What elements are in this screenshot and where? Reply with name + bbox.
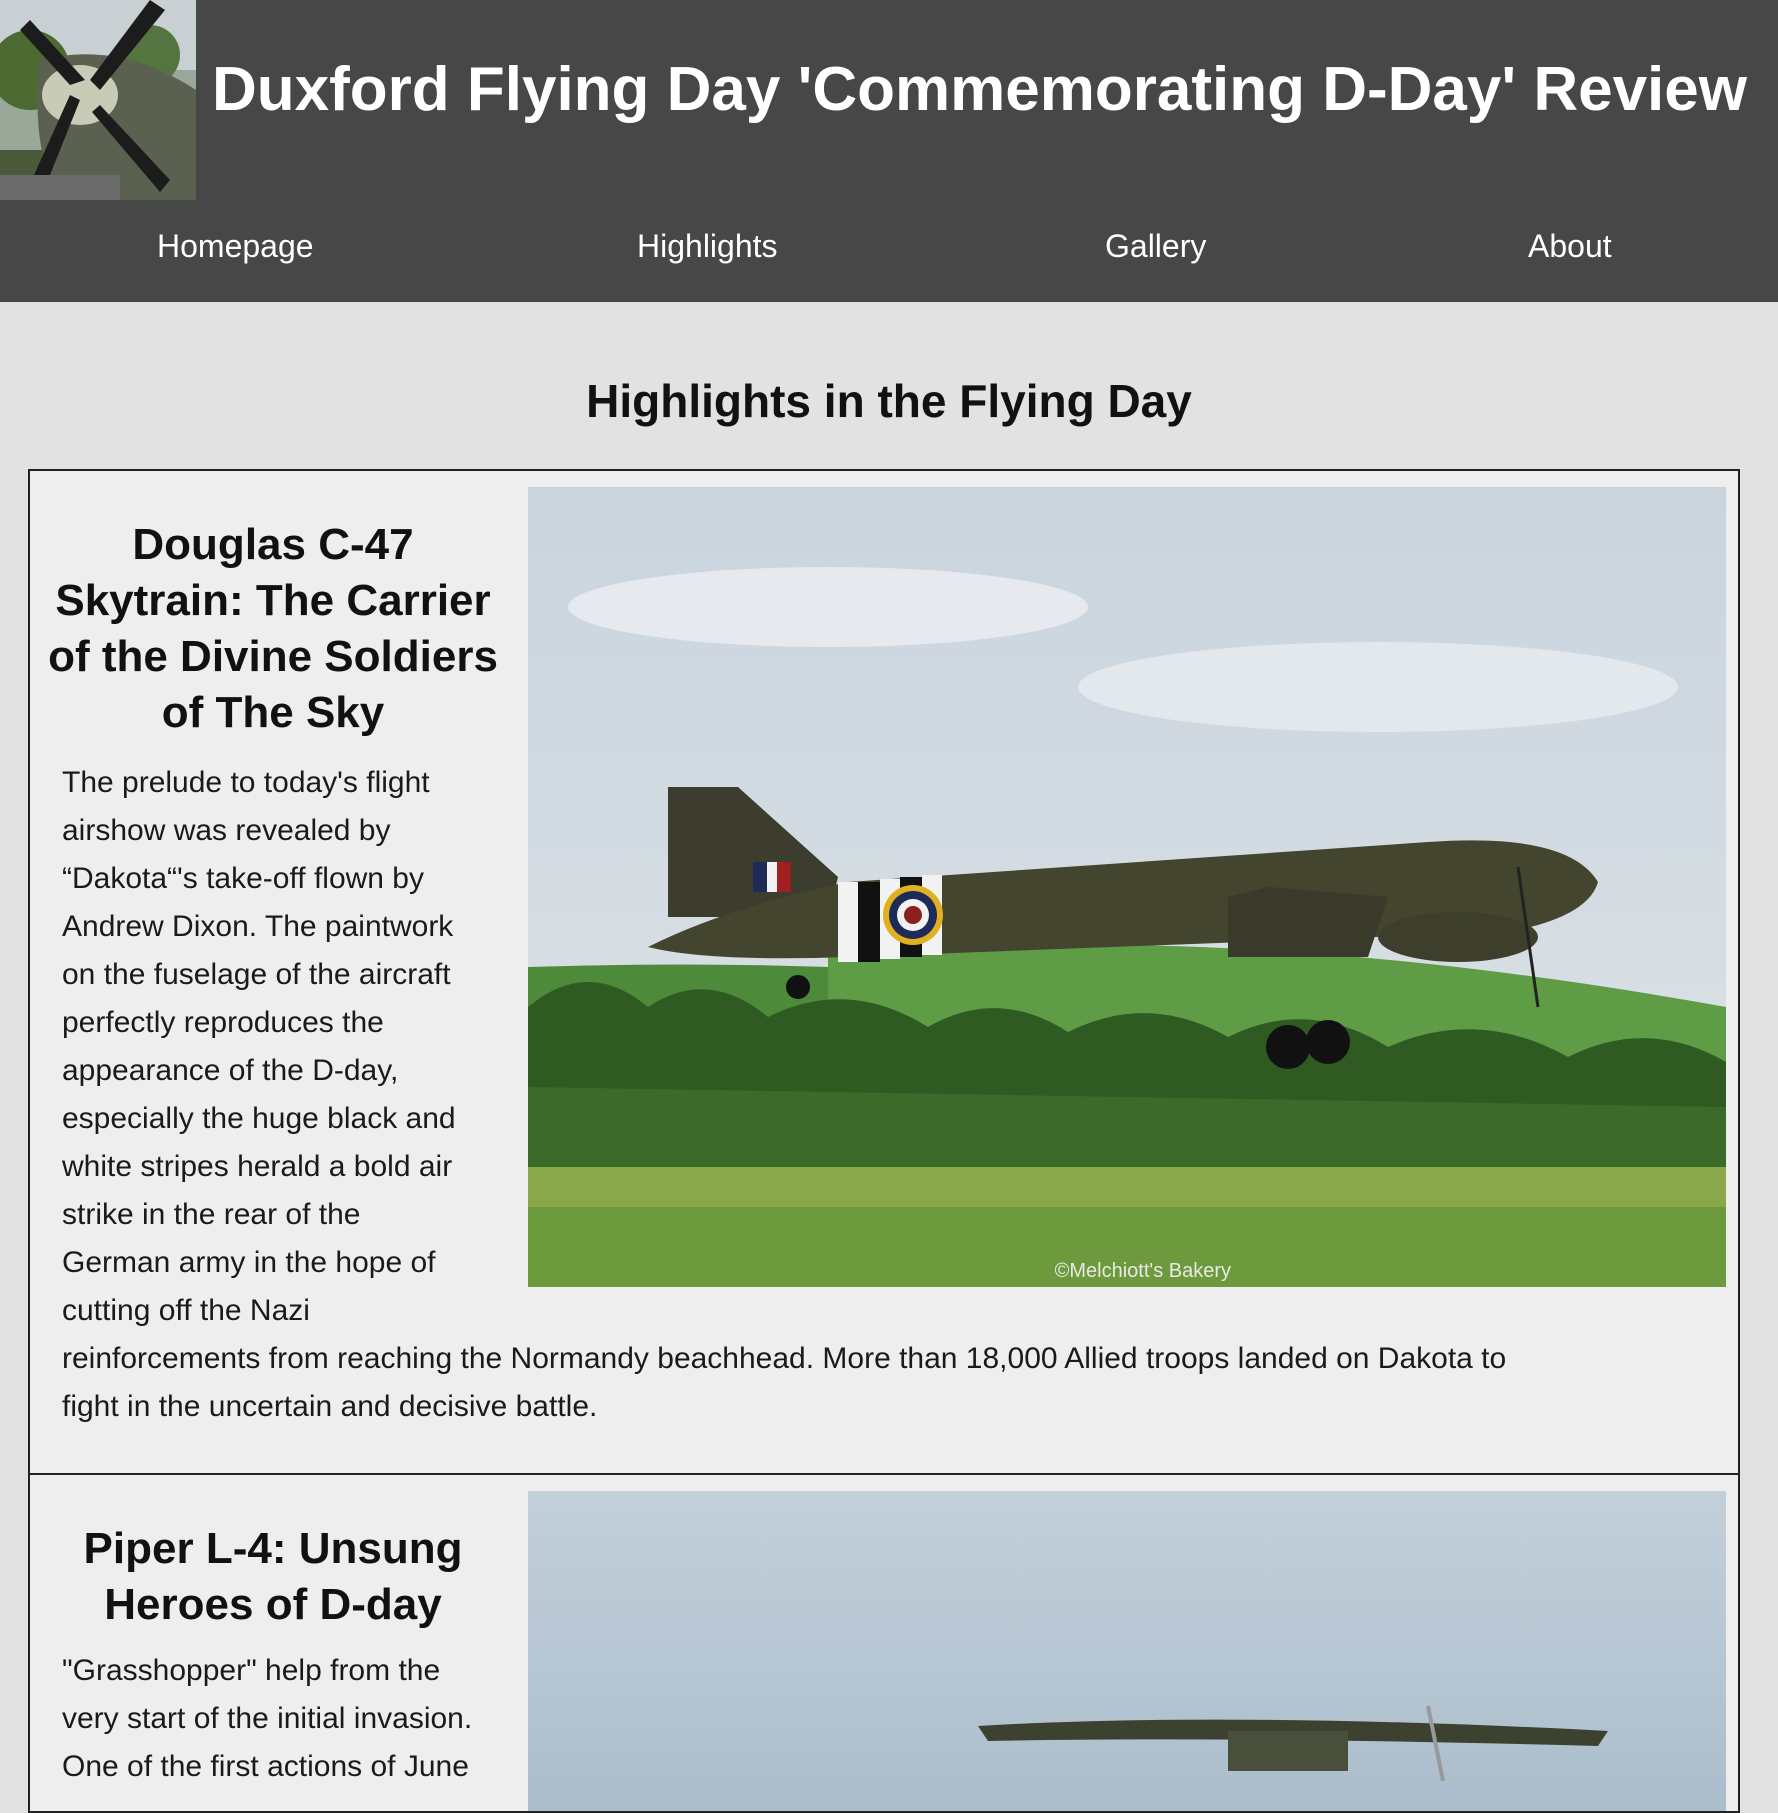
highlight-card-piper: Piper L-4: Unsung Heroes of D-day "Grass… — [28, 1473, 1740, 1813]
text-line: “Dakota“'s take-off flown by — [62, 862, 424, 895]
text-line: appearance of the D-day, — [62, 1054, 399, 1087]
nav-link-gallery[interactable]: Gallery — [1105, 228, 1206, 265]
text-line: white stripes herald a bold air — [62, 1150, 453, 1183]
main-nav: Homepage Highlights Gallery About — [0, 200, 1778, 302]
text-line: reinforcements from reaching the Normand… — [62, 1342, 1507, 1375]
text-line: Andrew Dixon. The paintwork — [62, 910, 454, 943]
site-header: Duxford Flying Day 'Commemorating D-Day'… — [0, 0, 1778, 200]
section-title: Highlights in the Flying Day — [586, 375, 1192, 427]
text-line: fight in the uncertain and decisive batt… — [62, 1390, 598, 1423]
text-line: airshow was revealed by — [62, 814, 391, 847]
text-line: on the fuselage of the aircraft — [62, 958, 451, 991]
text-line: German army in the hope of — [62, 1246, 436, 1279]
piper-l4-photo-icon[interactable] — [528, 1491, 1726, 1811]
highlight-heading: Piper L-4: Unsung Heroes of D-day — [83, 1524, 463, 1629]
nav-link-homepage[interactable]: Homepage — [157, 228, 314, 265]
logo-spitfire-propeller-icon[interactable] — [0, 0, 196, 200]
site-title: Duxford Flying Day 'Commemorating D-Day'… — [212, 55, 1747, 124]
nav-link-about[interactable]: About — [1528, 228, 1612, 265]
text-line: strike in the rear of the — [62, 1198, 361, 1231]
text-line: "Grasshopper" help from the — [62, 1654, 441, 1687]
text-line: very start of the initial invasion. — [62, 1702, 473, 1735]
highlight-text: "Grasshopper" help from the very start o… — [62, 1647, 472, 1791]
text-line: especially the huge black and — [62, 1102, 456, 1135]
text-line: perfectly reproduces the — [62, 1006, 384, 1039]
nav-link-highlights[interactable]: Highlights — [637, 228, 778, 265]
text-line: The prelude to today's flight — [62, 766, 430, 799]
highlight-text: The prelude to today's flight airshow wa… — [62, 759, 1506, 1431]
highlight-heading: Douglas C-47 Skytrain: The Carrier of th… — [48, 520, 498, 737]
highlight-card-c47: Douglas C-47 Skytrain: The Carrier of th… — [28, 469, 1740, 1475]
text-line: cutting off the Nazi — [62, 1294, 310, 1327]
